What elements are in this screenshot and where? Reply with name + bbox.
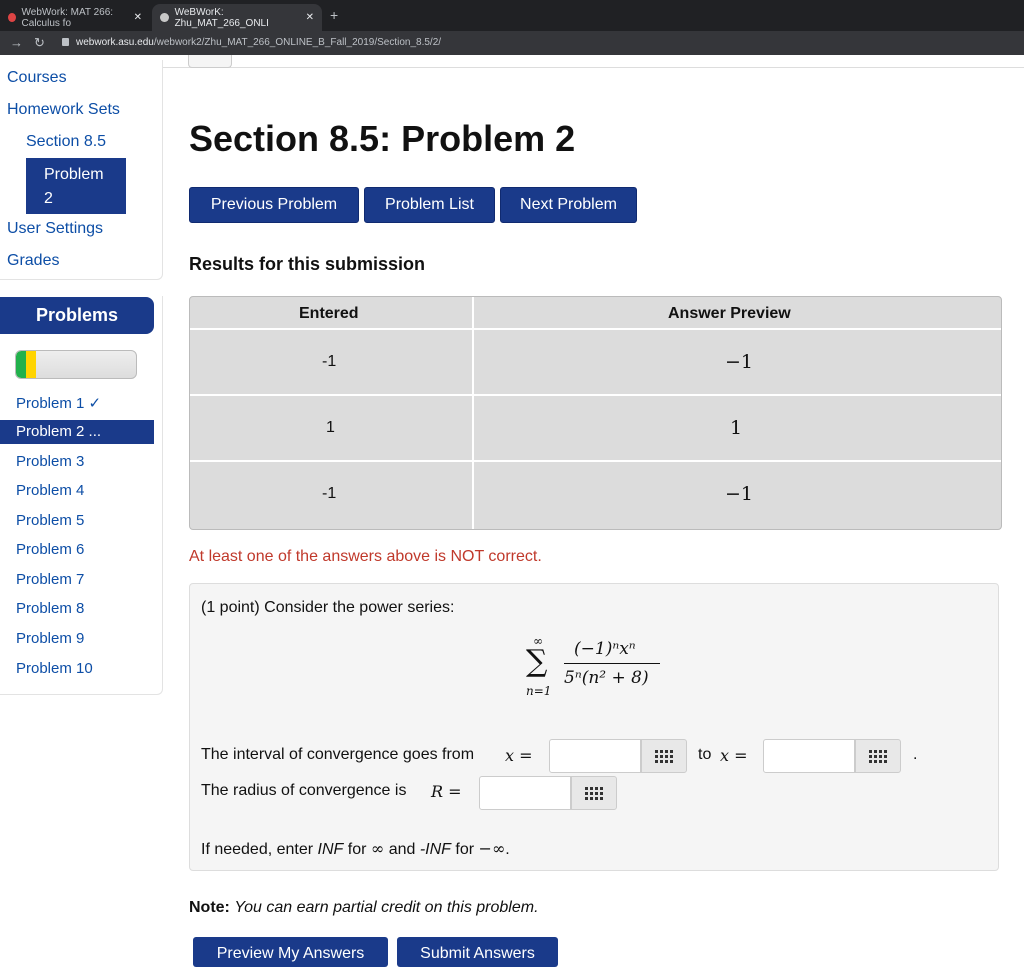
divider bbox=[190, 328, 1001, 330]
browser-tab[interactable]: WebWork: MAT 266: Calculus fo ✕ bbox=[0, 4, 150, 31]
equation-editor-button[interactable] bbox=[855, 739, 901, 773]
progress-incorrect bbox=[25, 351, 36, 378]
equation-editor-button[interactable] bbox=[641, 739, 687, 773]
new-tab-icon[interactable]: + bbox=[330, 7, 338, 23]
problem-list-item[interactable]: Problem 3 bbox=[16, 453, 84, 470]
problems-panel-title: Problems bbox=[0, 297, 154, 334]
keypad-icon bbox=[869, 749, 887, 763]
radius-label: The radius of convergence is bbox=[201, 782, 407, 799]
hint-text: If needed, enter INF for ∞ and -INF for … bbox=[201, 839, 510, 858]
url-field[interactable]: webwork.asu.edu/webwork2/Zhu_MAT_266_ONL… bbox=[76, 37, 441, 48]
progress-bar bbox=[15, 350, 137, 379]
sidebar-item-homework-sets[interactable]: Homework Sets bbox=[7, 101, 120, 119]
problem-list-item[interactable]: Problem 5 bbox=[16, 512, 84, 529]
tab-title: WebWork: MAT 266: Calculus fo bbox=[21, 6, 114, 29]
sidebar-item-problem-active[interactable]: Problem 2 bbox=[26, 158, 126, 214]
problem-list-item[interactable]: Problem 8 bbox=[16, 600, 84, 617]
next-problem-button[interactable]: Next Problem bbox=[500, 187, 637, 223]
answer-warning: At least one of the answers above is NOT… bbox=[189, 548, 542, 565]
period: . bbox=[913, 746, 918, 763]
problem-list-button[interactable]: Problem List bbox=[364, 187, 495, 223]
problem-list-item-active[interactable]: Problem 2 ... bbox=[0, 420, 154, 444]
problem-intro: (1 point) Consider the power series: bbox=[201, 599, 455, 616]
problem-list-item[interactable]: Problem 10 bbox=[16, 660, 93, 677]
column-header: Answer Preview bbox=[668, 305, 791, 322]
problem-list-item[interactable]: Problem 7 bbox=[16, 571, 84, 588]
page-title: Section 8.5: Problem 2 bbox=[189, 118, 576, 159]
results-heading: Results for this submission bbox=[189, 254, 426, 274]
math-x-eq: x = bbox=[505, 746, 533, 765]
sidebar-item-label: Problem bbox=[44, 166, 104, 183]
address-bar: → ↻ webwork.asu.edu/webwork2/Zhu_MAT_266… bbox=[0, 31, 1024, 55]
previous-problem-button[interactable]: Previous Problem bbox=[189, 187, 359, 223]
sidebar-item-grades[interactable]: Grades bbox=[7, 252, 59, 270]
sidebar-item-label: 2 bbox=[44, 190, 53, 207]
forward-arrow-icon[interactable]: → bbox=[10, 35, 23, 50]
problem-body: (1 point) Consider the power series: ∞ ∑… bbox=[189, 583, 999, 871]
sidebar-item-courses[interactable]: Courses bbox=[7, 69, 67, 87]
problem-list-item[interactable]: Problem 9 bbox=[16, 630, 84, 647]
divider bbox=[472, 297, 474, 529]
problem-list-item[interactable]: Problem 6 bbox=[16, 541, 84, 558]
tab-close-icon[interactable]: ✕ bbox=[306, 12, 314, 23]
tab-close-icon[interactable]: ✕ bbox=[134, 12, 142, 23]
partial-credit-note: Note: You can earn partial credit on thi… bbox=[189, 899, 539, 917]
math-r-eq: R = bbox=[431, 782, 462, 801]
keypad-icon bbox=[585, 786, 603, 800]
to-label: to bbox=[698, 746, 712, 763]
sum-lower-limit: n=1 bbox=[526, 684, 552, 698]
interval-start-input[interactable] bbox=[549, 739, 641, 773]
problem-list-item[interactable]: Problem 4 bbox=[16, 482, 84, 499]
progress-correct bbox=[16, 351, 26, 378]
results-table: Entered Answer Preview -1 −1 1 1 -1 −1 bbox=[189, 296, 1002, 530]
math-x-eq: x = bbox=[720, 746, 748, 765]
divider bbox=[190, 460, 1001, 462]
radius-input[interactable] bbox=[479, 776, 571, 810]
column-header: Entered bbox=[299, 305, 359, 322]
interval-label: The interval of convergence goes from bbox=[201, 746, 475, 763]
entered-cell: 1 bbox=[326, 419, 335, 436]
preview-cell: 1 bbox=[730, 417, 743, 439]
sidebar-item-section[interactable]: Section 8.5 bbox=[26, 133, 106, 151]
tab-favicon-icon bbox=[8, 13, 16, 22]
preview-answers-button[interactable]: Preview My Answers bbox=[193, 937, 388, 967]
tab-title: WeBWorK: Zhu_MAT_266_ONLI bbox=[174, 6, 269, 29]
interval-end-input[interactable] bbox=[763, 739, 855, 773]
sidebar-item-user-settings[interactable]: User Settings bbox=[7, 220, 103, 238]
submit-answers-button[interactable]: Submit Answers bbox=[397, 937, 558, 967]
divider bbox=[190, 394, 1001, 396]
fraction-bar bbox=[564, 663, 660, 664]
sigma-icon: ∑ bbox=[526, 644, 548, 679]
reload-icon[interactable]: ↻ bbox=[34, 35, 45, 51]
keypad-icon bbox=[655, 749, 673, 763]
note-label: Note: bbox=[189, 899, 230, 916]
problem-list-item[interactable]: Problem 1 ✓ bbox=[16, 394, 101, 412]
divider bbox=[163, 67, 1024, 68]
series-denominator: 5ⁿ(n² + 8) bbox=[564, 668, 649, 688]
preview-cell: −1 bbox=[725, 351, 754, 373]
tab-favicon-icon bbox=[160, 13, 169, 22]
browser-tab-bar: WebWork: MAT 266: Calculus fo ✕ WeBWorK:… bbox=[0, 0, 1024, 31]
series-formula: ∞ ∑ n=1 (−1)ⁿxⁿ 5ⁿ(n² + 8) bbox=[526, 634, 676, 704]
entered-cell: -1 bbox=[322, 353, 337, 370]
series-numerator: (−1)ⁿxⁿ bbox=[574, 639, 636, 659]
preview-cell: −1 bbox=[725, 483, 754, 505]
lock-icon bbox=[62, 38, 69, 46]
toolbar-stub bbox=[188, 55, 232, 68]
equation-editor-button[interactable] bbox=[571, 776, 617, 810]
entered-cell: -1 bbox=[322, 485, 337, 502]
note-text: You can earn partial credit on this prob… bbox=[234, 899, 539, 916]
browser-tab-active[interactable]: WeBWorK: Zhu_MAT_266_ONLI ✕ bbox=[152, 4, 322, 31]
